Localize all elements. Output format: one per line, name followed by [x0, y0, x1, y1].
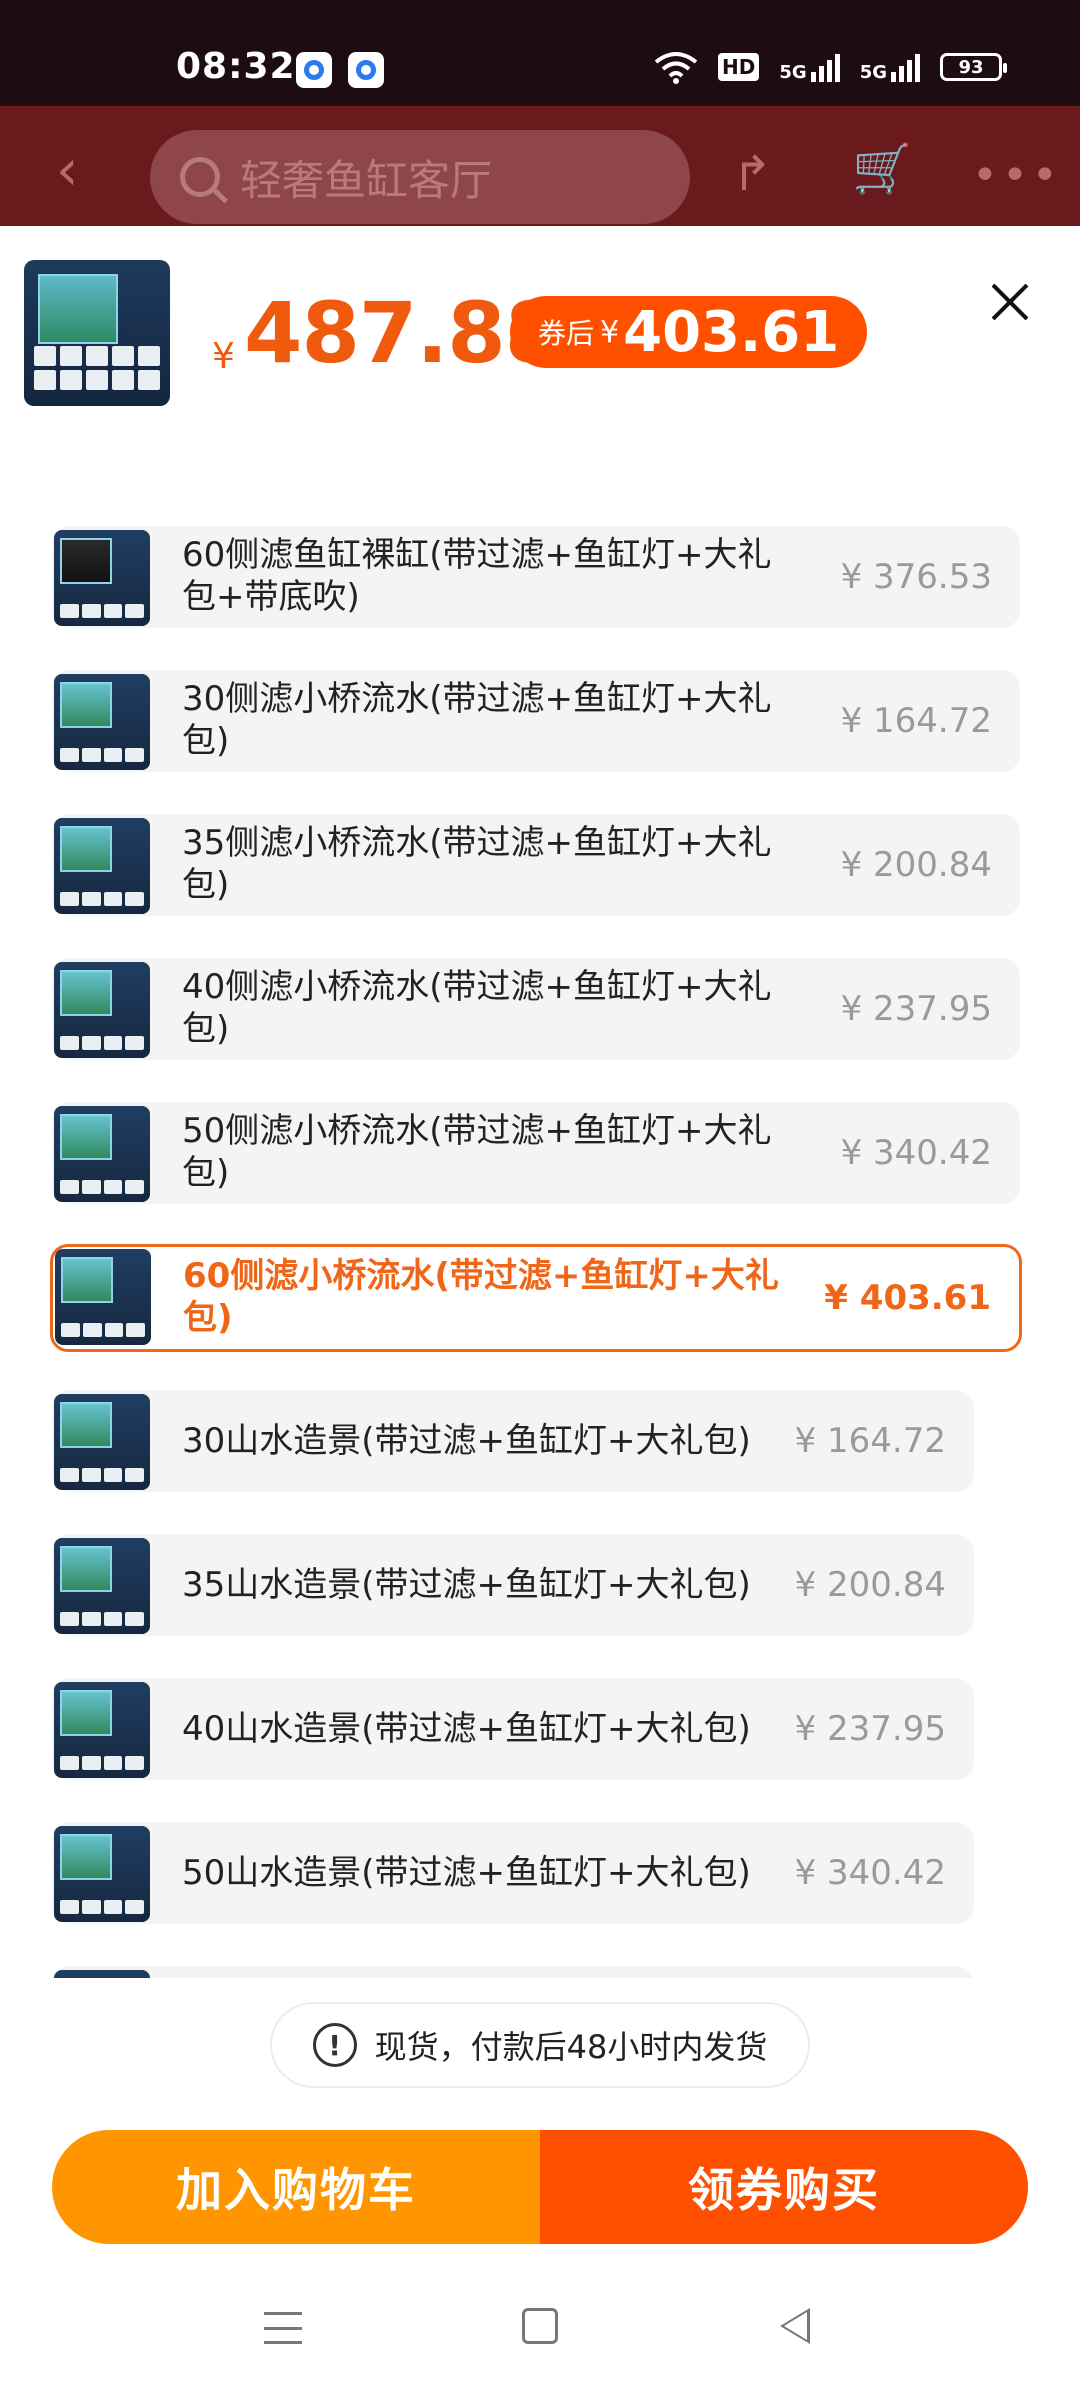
- signal-2: 5G: [860, 52, 920, 82]
- sku-option[interactable]: 40侧滤小桥流水(带过滤+鱼缸灯+大礼 包) ¥ 237.95: [52, 958, 1020, 1060]
- coupon-label: 券后: [538, 317, 595, 350]
- sku-option[interactable]: 35山水造景(带过滤+鱼缸灯+大礼包) ¥ 200.84: [52, 1534, 974, 1636]
- sku-option-name: 包): [183, 1298, 233, 1338]
- back-nav-icon[interactable]: [780, 2308, 810, 2344]
- sku-option-name: 30山水造景(带过滤+鱼缸灯+大礼包): [182, 1421, 751, 1461]
- sku-option-name: 30侧滤小桥流水(带过滤+鱼缸灯+大礼: [182, 679, 772, 719]
- alert-icon: !: [312, 2023, 357, 2067]
- system-nav-bar: [0, 2280, 1080, 2400]
- sku-option[interactable]: 30山水造景(带过滤+鱼缸灯+大礼包) ¥ 164.72: [52, 1390, 974, 1492]
- coupon-price: 403.61: [623, 299, 840, 365]
- sku-option-name: 包): [182, 1153, 230, 1193]
- app-notification-icon: [296, 52, 332, 88]
- back-icon[interactable]: ‹: [56, 138, 78, 203]
- aquarium-image: [38, 274, 118, 344]
- sku-option-price: ¥ 164.72: [840, 701, 992, 741]
- sku-option-price: ¥ 200.84: [794, 1565, 946, 1605]
- recent-apps-icon[interactable]: [264, 2312, 302, 2344]
- wifi-icon: [654, 52, 698, 84]
- signal-icon: [891, 52, 920, 82]
- sku-thumbnail: [54, 818, 150, 914]
- sku-thumbnail: [55, 1249, 151, 1345]
- signal-icon: [810, 52, 840, 82]
- sku-thumbnail: [54, 1106, 150, 1202]
- coupon-currency: ¥: [600, 314, 620, 350]
- search-placeholder: 轻奢鱼缸客厅: [240, 155, 493, 205]
- app-notification-icon: [348, 52, 384, 88]
- sku-option-name: 40山水造景(带过滤+鱼缸灯+大礼包): [182, 1709, 751, 1749]
- close-icon[interactable]: [990, 282, 1030, 322]
- sku-thumbnail: [54, 1970, 150, 1978]
- sku-selector-sheet: ¥ 487.88 券后 ¥ 403.61 60侧滤鱼缸裸缸(带过滤+鱼缸灯+大礼…: [0, 226, 1080, 2400]
- sku-thumbnail: [54, 1394, 150, 1490]
- accessory-image-row: [34, 346, 160, 366]
- sku-thumbnail: [54, 1826, 150, 1922]
- home-icon[interactable]: [522, 2308, 558, 2344]
- sku-option-price: ¥ 237.95: [794, 1709, 946, 1749]
- sku-option[interactable]: 35侧滤小桥流水(带过滤+鱼缸灯+大礼 包) ¥ 200.84: [52, 814, 1020, 916]
- sku-option-name: 包): [182, 721, 230, 761]
- sku-option[interactable]: 30侧滤小桥流水(带过滤+鱼缸灯+大礼 包) ¥ 164.72: [52, 670, 1020, 772]
- sku-option-price: ¥ 340.42: [840, 1133, 992, 1173]
- sku-option[interactable]: 60侧滤鱼缸裸缸(带过滤+鱼缸灯+大礼 包+带底吹) ¥ 376.53: [52, 526, 1020, 628]
- status-bar: 08:32 HD 5G 5G 93: [0, 0, 1080, 106]
- action-buttons: 加入购物车 领券购买: [52, 2130, 1028, 2244]
- sku-option-name: 包): [182, 1009, 230, 1049]
- sku-thumbnail: [54, 674, 150, 770]
- sku-thumbnail: [54, 530, 150, 626]
- share-icon[interactable]: ↱: [732, 146, 772, 202]
- product-top-nav: ‹ 轻奢鱼缸客厅 ↱ 🛒 •••: [0, 106, 1080, 226]
- sku-option-name: 包+带底吹): [182, 577, 360, 617]
- add-to-cart-button[interactable]: 加入购物车: [52, 2130, 540, 2244]
- search-bar[interactable]: 轻奢鱼缸客厅: [150, 130, 690, 224]
- sku-option-name: 50侧滤小桥流水(带过滤+鱼缸灯+大礼: [182, 1111, 772, 1151]
- sku-option-price: ¥ 403.61: [824, 1278, 991, 1318]
- network-type-label: 5G: [779, 62, 807, 83]
- more-icon[interactable]: •••: [972, 150, 1062, 201]
- sku-thumbnail: [54, 962, 150, 1058]
- accessory-image-row: [34, 370, 160, 390]
- sku-option-name: 35山水造景(带过滤+鱼缸灯+大礼包): [182, 1565, 751, 1605]
- sku-option-price: ¥ 200.84: [840, 845, 992, 885]
- buy-with-coupon-button[interactable]: 领券购买: [540, 2130, 1028, 2244]
- sku-option-price: ¥ 376.53: [840, 557, 992, 597]
- sku-thumbnail: [54, 1538, 150, 1634]
- battery-icon: 93: [940, 53, 1007, 81]
- sku-option[interactable]: 50山水造景(带过滤+鱼缸灯+大礼包) ¥ 340.42: [52, 1822, 974, 1924]
- search-icon: [180, 157, 220, 197]
- sku-option-name: 40侧滤小桥流水(带过滤+鱼缸灯+大礼: [182, 967, 772, 1007]
- signal-1: 5G: [779, 52, 840, 83]
- sku-option-name: 50山水造景(带过滤+鱼缸灯+大礼包): [182, 1853, 751, 1893]
- coupon-price-badge: 券后 ¥ 403.61: [510, 296, 868, 368]
- sku-option-price: ¥ 237.95: [840, 989, 992, 1029]
- sku-option-price: ¥ 340.42: [794, 1853, 946, 1893]
- sku-option-price: ¥ 164.72: [794, 1421, 946, 1461]
- status-indicators: HD 5G 5G 93: [654, 50, 1007, 84]
- sku-option-partial[interactable]: [52, 1966, 974, 1978]
- sku-option-selected[interactable]: 60侧滤小桥流水(带过滤+鱼缸灯+大礼 包) ¥ 403.61: [50, 1244, 1022, 1352]
- sku-option-name: 60侧滤鱼缸裸缸(带过滤+鱼缸灯+大礼: [182, 535, 772, 575]
- shipping-notice-text: 现货，付款后48小时内发货: [374, 2028, 768, 2066]
- hd-voice-icon: HD: [718, 53, 760, 81]
- sku-option-name: 包): [182, 865, 230, 905]
- sku-option[interactable]: 50侧滤小桥流水(带过滤+鱼缸灯+大礼 包) ¥ 340.42: [52, 1102, 1020, 1204]
- sku-option[interactable]: 40山水造景(带过滤+鱼缸灯+大礼包) ¥ 237.95: [52, 1678, 974, 1780]
- price-currency: ¥: [212, 336, 235, 377]
- sku-thumbnail: [54, 1682, 150, 1778]
- sku-option-name: 60侧滤小桥流水(带过滤+鱼缸灯+大礼: [183, 1256, 779, 1296]
- sku-option-list[interactable]: 60侧滤鱼缸裸缸(带过滤+鱼缸灯+大礼 包+带底吹) ¥ 376.53 30侧滤…: [0, 526, 1080, 1978]
- product-thumbnail[interactable]: [24, 260, 170, 406]
- sku-option-name: 35侧滤小桥流水(带过滤+鱼缸灯+大礼: [182, 823, 772, 863]
- cart-icon[interactable]: 🛒: [852, 140, 912, 197]
- status-time: 08:32: [176, 46, 296, 87]
- network-type-label: 5G: [859, 62, 887, 83]
- shipping-notice: ! 现货，付款后48小时内发货: [270, 2002, 810, 2088]
